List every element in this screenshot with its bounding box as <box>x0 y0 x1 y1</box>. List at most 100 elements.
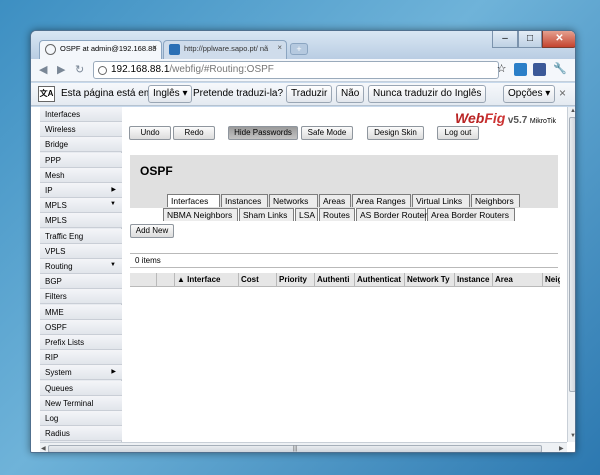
tab-routes[interactable]: Routes <box>319 208 355 221</box>
undo-button[interactable]: Undo <box>129 126 171 140</box>
tab-sham-links[interactable]: Sham Links <box>239 208 294 221</box>
close-translate-icon[interactable]: × <box>559 86 566 100</box>
panel-title: OSPF <box>140 164 173 178</box>
sidebar-item-rip[interactable]: RIP <box>40 350 122 366</box>
tab-neighbors[interactable]: Neighbors <box>471 194 520 207</box>
sidebar-item-mme[interactable]: MME <box>40 304 122 320</box>
tab-nbma-neighbors[interactable]: NBMA Neighbors <box>163 208 238 221</box>
design-skin-button[interactable]: Design Skin <box>367 126 424 140</box>
column-header-10[interactable]: Neig <box>543 273 560 286</box>
close-tab-icon[interactable]: × <box>277 43 282 52</box>
scroll-up-icon[interactable]: ▲ <box>570 108 575 114</box>
options-button[interactable]: Opções ▾ <box>503 85 556 103</box>
vertical-scrollbar[interactable]: ▲ ▼ <box>567 107 575 442</box>
sidebar-item-ppp[interactable]: PPP <box>40 152 122 168</box>
sidebar-item-label: Radius <box>45 429 70 439</box>
facebook-icon[interactable] <box>533 63 546 76</box>
sidebar-item-ospf[interactable]: OSPF <box>40 319 122 335</box>
column-header-9[interactable]: Area <box>493 273 543 286</box>
sidebar-item-prefix-lists[interactable]: Prefix Lists <box>40 335 122 350</box>
main-content: WebFig v5.7 MikroTik Undo Redo Hide Pass… <box>123 107 567 442</box>
safe-mode-button[interactable]: Safe Mode <box>301 126 353 140</box>
sidebar-item-new-terminal[interactable]: New Terminal <box>40 395 122 411</box>
back-icon[interactable]: ◀ <box>39 63 47 76</box>
log-out-button[interactable]: Log out <box>437 126 479 140</box>
address-bar[interactable]: 192.168.88.1/webfig/#Routing:OSPF <box>93 61 499 79</box>
tab-area-ranges[interactable]: Area Ranges <box>352 194 411 207</box>
sidebar-item-label: Mesh <box>45 170 65 180</box>
tab-ospf[interactable]: OSPF at admin@192.168.88 × <box>39 40 162 59</box>
scroll-left-icon[interactable]: ◀ <box>41 445 46 452</box>
extension-icon[interactable] <box>514 63 527 76</box>
sidebar-item-routing[interactable]: Routing ▼ <box>40 259 122 274</box>
column-header-0[interactable] <box>130 273 157 286</box>
vertical-scroll-thumb[interactable] <box>569 117 575 392</box>
sidebar-item-mpls[interactable]: MPLS ▼ <box>40 198 122 214</box>
sidebar-item-bridge[interactable]: Bridge <box>40 137 122 153</box>
column-header-8[interactable]: Instance <box>455 273 493 286</box>
new-tab-button[interactable]: + <box>290 43 308 55</box>
collapse-arrow-icon: ▼ <box>110 262 116 268</box>
sidebar-item-radius[interactable]: Radius <box>40 426 122 442</box>
sidebar-item-label: Prefix Lists <box>45 338 85 347</box>
column-header-5[interactable]: Authenti <box>315 273 355 286</box>
maximize-button[interactable]: □ <box>518 31 542 48</box>
wrench-icon[interactable]: 🔧 <box>553 63 567 76</box>
horizontal-scroll-thumb[interactable]: ||| <box>48 445 542 452</box>
sidebar-item-bgp[interactable]: BGP <box>40 274 122 290</box>
sidebar-item-interfaces[interactable]: Interfaces <box>40 107 122 122</box>
tab-as-border-routers[interactable]: AS Border Routers <box>356 208 431 221</box>
translate-button[interactable]: Traduzir <box>286 85 333 103</box>
sidebar-item-label: System <box>45 368 72 378</box>
sidebar-item-ip[interactable]: IP ▶ <box>40 183 122 198</box>
tab-instances[interactable]: Instances <box>221 194 268 207</box>
column-header-2[interactable]: ▲ Interface <box>175 273 239 286</box>
tab-lsa[interactable]: LSA <box>295 208 318 221</box>
close-window-button[interactable]: ✕ <box>542 31 575 48</box>
sidebar-item-label: Traffic Eng <box>45 231 84 241</box>
column-header-3[interactable]: Cost <box>239 273 277 286</box>
add-new-button[interactable]: Add New <box>130 224 174 238</box>
redo-button[interactable]: Redo <box>173 126 215 140</box>
sidebar-item-system[interactable]: System ▶ <box>40 365 122 381</box>
forward-icon[interactable]: ▶ <box>57 63 65 76</box>
horizontal-scrollbar[interactable]: ◀ ||| ▶ <box>40 442 567 452</box>
title-bar: OSPF at admin@192.168.88 × http://pplwar… <box>31 31 575 59</box>
collapse-arrow-icon: ▼ <box>110 201 116 208</box>
column-header-4[interactable]: Priority <box>277 273 315 286</box>
translate-bar: 文A Esta página está em Inglês ▾ Pretende… <box>31 83 575 106</box>
translate-question: Pretende traduzi-la? <box>193 88 284 99</box>
sidebar-item-label: OSPF <box>45 322 67 332</box>
tab-networks[interactable]: Networks <box>269 194 318 207</box>
close-tab-icon[interactable]: × <box>152 43 157 52</box>
scroll-right-icon[interactable]: ▶ <box>559 445 564 452</box>
hide-passwords-button[interactable]: Hide Passwords <box>228 126 298 140</box>
column-header-6[interactable]: Authenticat <box>355 273 405 286</box>
column-header-7[interactable]: Network Ty <box>405 273 455 286</box>
language-select[interactable]: Inglês ▾ <box>148 85 193 103</box>
tab-areas[interactable]: Areas <box>319 194 351 207</box>
tab-virtual-links[interactable]: Virtual Links <box>412 194 470 207</box>
tab-title: http://pplware.sapo.pt/ nã <box>184 44 269 53</box>
scroll-down-icon[interactable]: ▼ <box>570 433 575 439</box>
column-header-1[interactable] <box>157 273 175 286</box>
sidebar-item-vpls[interactable]: VPLS <box>40 243 122 259</box>
no-button[interactable]: Não <box>336 85 365 103</box>
sidebar-item-mpls[interactable]: MPLS <box>40 213 122 229</box>
tab-pplware[interactable]: http://pplware.sapo.pt/ nã × <box>163 40 287 59</box>
tab-area-border-routers[interactable]: Area Border Routers <box>427 208 515 221</box>
sidebar-item-wireless[interactable]: Wireless <box>40 122 122 138</box>
tab-interfaces[interactable]: Interfaces <box>167 194 220 207</box>
sidebar-item-filters[interactable]: Filters <box>40 289 122 305</box>
expand-arrow-icon: ▶ <box>111 187 116 193</box>
sidebar-item-mesh[interactable]: Mesh <box>40 167 122 183</box>
minimize-button[interactable]: – <box>492 31 518 48</box>
reload-icon[interactable]: ↻ <box>75 63 84 76</box>
sidebar-item-queues[interactable]: Queues <box>40 380 122 396</box>
sidebar-item-log[interactable]: Log <box>40 411 122 426</box>
star-icon[interactable]: ☆ <box>495 63 508 76</box>
items-count: 0 items <box>130 253 558 268</box>
sidebar-item-label: Routing <box>45 262 73 271</box>
sidebar-item-traffic-eng[interactable]: Traffic Eng <box>40 228 122 244</box>
never-translate-button[interactable]: Nunca traduzir do Inglês <box>368 85 487 103</box>
